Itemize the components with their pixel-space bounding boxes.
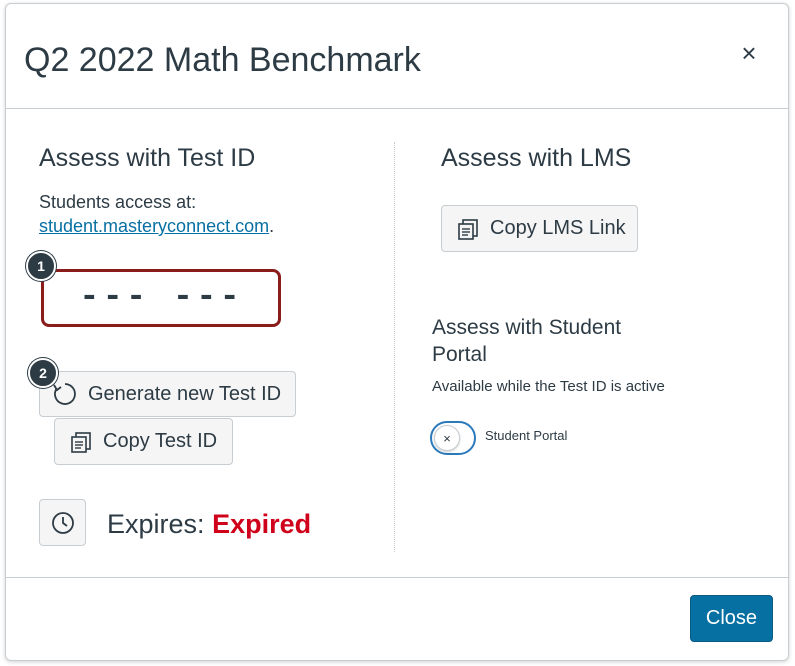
- clock-icon[interactable]: [39, 499, 86, 546]
- copy-icon: [456, 217, 480, 241]
- student-portal-link[interactable]: student.masteryconnect.com: [39, 216, 269, 236]
- toggle-off-icon: ×: [434, 425, 460, 451]
- expired-value: Expired: [212, 509, 312, 539]
- copy-lms-link-button[interactable]: Copy LMS Link: [441, 205, 638, 252]
- access-label: Students access at:: [39, 192, 197, 212]
- callout-badge-2: 2: [28, 358, 58, 388]
- column-divider: [394, 142, 395, 552]
- copy-lms-link-label: Copy LMS Link: [490, 217, 626, 239]
- portal-heading-line2: Portal: [432, 343, 487, 366]
- generate-test-id-button[interactable]: Generate new Test ID: [39, 371, 296, 417]
- test-id-code: --- ---: [41, 269, 281, 327]
- modal-title: Q2 2022 Math Benchmark: [24, 41, 421, 79]
- portal-heading-line1: Assess with Student: [432, 316, 622, 339]
- callout-badge-1: 1: [26, 251, 56, 281]
- header-divider: [6, 108, 788, 109]
- portal-note: Available while the Test ID is active: [432, 378, 665, 395]
- expires-status: Expires: Expired: [107, 507, 311, 541]
- test-id-heading: Assess with Test ID: [39, 144, 256, 172]
- copy-icon: [69, 430, 93, 454]
- lms-heading: Assess with LMS: [441, 144, 632, 172]
- student-portal-toggle[interactable]: ×: [430, 421, 476, 455]
- access-line: student.masteryconnect.com.: [39, 214, 274, 238]
- modal-dialog: Q2 2022 Math Benchmark × Assess with Tes…: [5, 3, 789, 661]
- access-link-suffix: .: [269, 216, 275, 236]
- copy-test-id-label: Copy Test ID: [103, 430, 218, 452]
- copy-test-id-button[interactable]: Copy Test ID: [54, 418, 233, 465]
- close-button[interactable]: Close: [690, 595, 773, 642]
- generate-test-id-label: Generate new Test ID: [88, 382, 282, 405]
- student-portal-toggle-label: Student Portal: [485, 428, 568, 443]
- footer-divider: [6, 577, 788, 578]
- refresh-icon: [52, 381, 78, 407]
- portal-heading: Assess with Student Portal: [432, 314, 621, 368]
- expires-label: Expires:: [107, 509, 205, 539]
- close-icon[interactable]: ×: [734, 38, 764, 68]
